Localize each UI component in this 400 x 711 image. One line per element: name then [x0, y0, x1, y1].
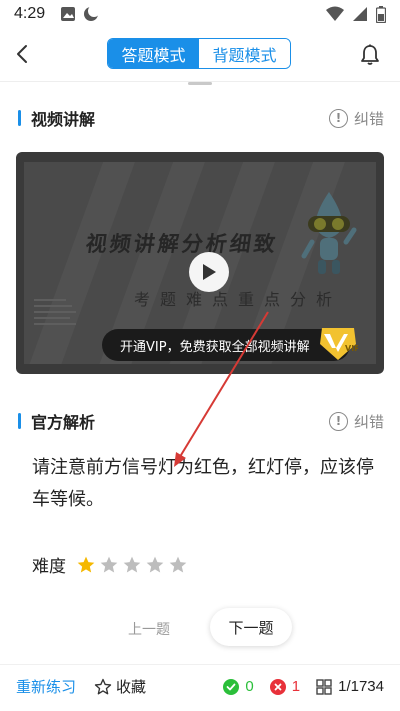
analysis-section-title: 官方解析: [31, 413, 96, 432]
vip-promo-banner[interactable]: 开通VIP，免费获取全部视频讲解: [102, 329, 350, 361]
image-notification-icon: [61, 7, 76, 21]
video-headline: 视频讲解分析细致: [84, 232, 280, 256]
correct-count-value: 0: [245, 678, 254, 695]
star-empty-icon: [100, 556, 118, 572]
analysis-text: 请注意前方信号灯为红色，红灯停，应该停车等候。: [32, 457, 374, 510]
analysis-report-button[interactable]: ! 纠错: [328, 411, 384, 432]
status-left: 4:29: [14, 5, 100, 23]
signal-icon: [353, 7, 367, 21]
star-empty-icon: [169, 556, 187, 572]
battery-icon: [376, 5, 386, 23]
wifi-icon: [326, 6, 344, 21]
decorative-lines: [34, 299, 76, 325]
status-right: [326, 5, 386, 23]
favorite-label: 收藏: [116, 678, 147, 696]
moon-icon: [84, 6, 100, 21]
back-button[interactable]: [10, 40, 34, 68]
difficulty-label: 难度: [32, 557, 66, 577]
favorite-button[interactable]: 收藏: [94, 676, 146, 697]
bottom-bar: 重新练习 收藏 0 1 1/1734: [0, 664, 400, 708]
drag-handle[interactable]: [188, 82, 212, 85]
mascot-illustration: [301, 192, 357, 274]
exclamation-icon: !: [328, 411, 348, 431]
mode-toggle: 答题模式 背题模式: [107, 38, 291, 69]
wrong-count[interactable]: 1: [269, 678, 301, 695]
video-report-label: 纠错: [353, 109, 384, 128]
status-bar: 4:29: [0, 0, 400, 28]
analysis-section-header: 官方解析 ! 纠错: [18, 409, 384, 433]
check-icon: [223, 678, 240, 695]
analysis-report-label: 纠错: [353, 412, 384, 431]
question-grid-button[interactable]: 1/1734: [316, 678, 384, 695]
video-report-button[interactable]: ! 纠错: [328, 108, 384, 129]
bell-icon: [361, 44, 379, 65]
video-section-header: 视频讲解 ! 纠错: [18, 106, 384, 130]
notification-button[interactable]: [358, 42, 382, 68]
answer-stats: 0 1 1/1734: [223, 678, 384, 695]
status-time: 4:29: [14, 5, 46, 22]
star-empty-icon: [146, 556, 164, 572]
tab-memorize-mode[interactable]: 背题模式: [199, 39, 290, 68]
prev-question-button[interactable]: 上一题: [118, 614, 180, 644]
play-icon: [203, 264, 216, 280]
star-outline-icon: [94, 678, 112, 694]
difficulty-rating: 难度: [32, 552, 191, 577]
vip-badge-icon: VIP: [320, 328, 358, 360]
section-accent-bar: [18, 110, 21, 126]
exclamation-icon: !: [328, 108, 348, 128]
cross-icon: [269, 678, 286, 695]
grid-icon: [316, 678, 332, 695]
back-arrow-icon: [17, 45, 27, 63]
star-filled-icon: [77, 556, 95, 572]
retry-button[interactable]: 重新练习: [16, 676, 76, 697]
play-button[interactable]: [189, 252, 229, 292]
wrong-count-value: 1: [291, 678, 301, 695]
video-subline: 考题难点重点分析: [134, 290, 343, 309]
vip-badge-text: VIP: [345, 344, 358, 353]
tab-answer-mode[interactable]: 答题模式: [108, 39, 199, 68]
section-accent-bar: [18, 413, 21, 429]
video-section-title: 视频讲解: [31, 110, 96, 129]
question-progress: 1/1734: [338, 678, 384, 695]
app-header: 答题模式 背题模式: [0, 30, 400, 80]
star-empty-icon: [123, 556, 141, 572]
star-rating: [76, 555, 191, 575]
correct-count[interactable]: 0: [223, 678, 254, 695]
next-question-button[interactable]: 下一题: [210, 608, 292, 646]
vip-promo-text: 开通VIP，免费获取全部视频讲解: [120, 339, 310, 355]
